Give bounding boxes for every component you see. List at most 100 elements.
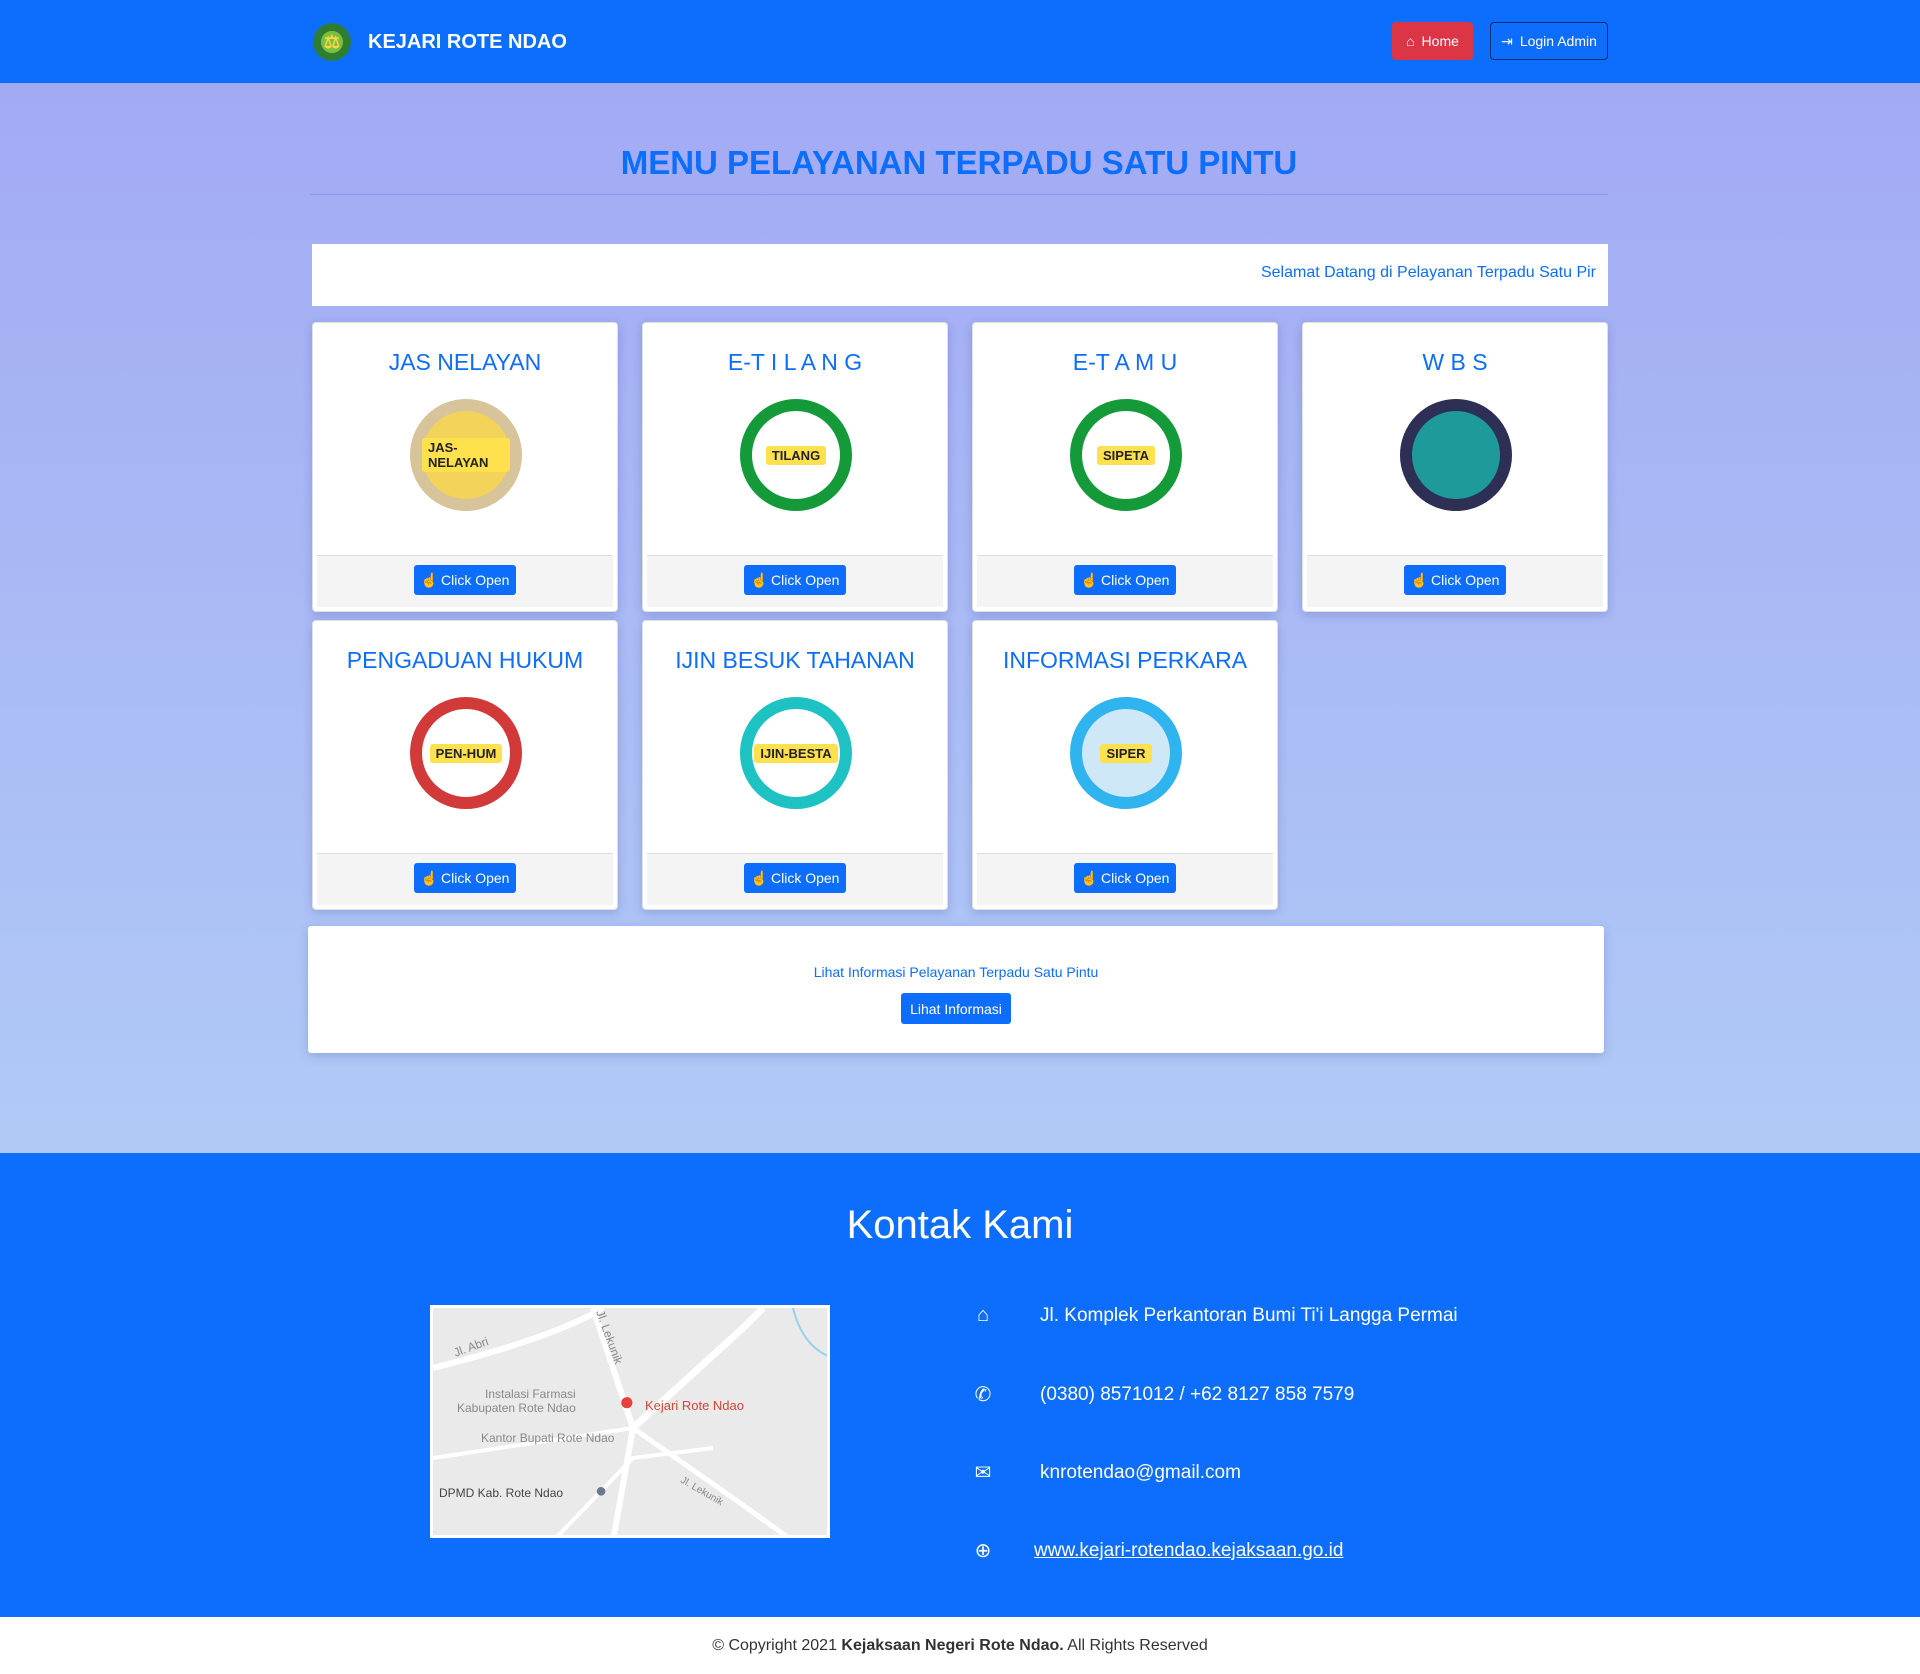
service-badge: PEN-HUM [429, 743, 503, 763]
service-card: E-T A M U SIPETA ☝ Click Open [972, 322, 1278, 612]
hand-pointer-icon: ☝ [420, 869, 438, 886]
globe-icon: ⊕ [974, 1540, 992, 1562]
click-open-label: Click Open [770, 572, 840, 588]
card-footer: ☝ Click Open [317, 853, 613, 905]
footer-rights: All Rights Reserved [1067, 1637, 1208, 1654]
click-open-label: Click Open [440, 870, 510, 886]
click-open-button[interactable]: ☝ Click Open [414, 565, 516, 595]
phone-icon: ✆ [974, 1384, 992, 1406]
card-footer: ☝ Click Open [647, 555, 943, 607]
map-label: Kabupaten Rote Ndao [457, 1401, 576, 1415]
service-badge: TILANG [765, 445, 827, 465]
hand-pointer-icon: ☝ [420, 571, 438, 588]
click-open-button[interactable]: ☝ Click Open [414, 863, 516, 893]
map-label: Instalasi Farmasi [485, 1387, 576, 1401]
page-title: MENU PELAYANAN TERPADU SATU PINTU [620, 144, 1298, 181]
navbar: ⚖ KEJARI ROTE NDAO ⌂ Home ⇥ Login Admin [0, 0, 1920, 83]
service-logo: JAS-NELAYAN [410, 399, 522, 511]
home-label: Home [1421, 33, 1459, 49]
map-label: DPMD Kab. Rote Ndao [439, 1486, 564, 1500]
service-logo: PEN-HUM [410, 697, 522, 809]
service-title: JAS NELAYAN [388, 349, 542, 375]
home-button[interactable]: ⌂ Home [1392, 22, 1473, 60]
service-logo: IJIN-BESTA [740, 697, 852, 809]
main-section: MENU PELAYANAN TERPADU SATU PINTU Selama… [0, 83, 1920, 1153]
click-open-button[interactable]: ☝ Click Open [744, 565, 846, 595]
info-panel: Lihat Informasi Pelayanan Terpadu Satu P… [308, 926, 1604, 1053]
map-pin-icon[interactable]: ● [619, 1386, 635, 1417]
service-logo: SIPETA [1070, 399, 1182, 511]
brand[interactable]: ⚖ KEJARI ROTE NDAO [310, 20, 567, 64]
service-card: PENGADUAN HUKUM PEN-HUM ☝ Click Open [312, 620, 618, 910]
service-card: W B S ☝ Click Open [1302, 322, 1608, 612]
footer: © Copyright 2021 Kejaksaan Negeri Rote N… [0, 1617, 1920, 1674]
card-footer: ☝ Click Open [317, 555, 613, 607]
map-label: Kejari Rote Ndao [645, 1398, 744, 1413]
hand-pointer-icon: ☝ [1080, 571, 1098, 588]
address-text: Jl. Komplek Perkantoran Bumi Ti'i Langga… [1040, 1304, 1458, 1326]
contact-website: ⊕ www.kejari-rotendao.kejaksaan.go.id [970, 1538, 1344, 1563]
hand-pointer-icon: ☝ [750, 571, 768, 588]
click-open-label: Click Open [1430, 572, 1500, 588]
click-open-button[interactable]: ☝ Click Open [1074, 565, 1176, 595]
service-card: IJIN BESUK TAHANAN IJIN-BESTA ☝ Click Open [642, 620, 948, 910]
lihat-informasi-button[interactable]: Lihat Informasi [901, 993, 1011, 1024]
contact-phone: ✆ (0380) 8571012 / +62 8127 858 7579 [970, 1382, 1355, 1407]
map-roads [433, 1308, 827, 1535]
login-label: Login Admin [1519, 33, 1597, 49]
service-badge: JAS-NELAYAN [422, 438, 510, 472]
service-title: PENGADUAN HUKUM [346, 647, 584, 673]
click-open-label: Click Open [770, 870, 840, 886]
service-title: E-T I L A N G [727, 349, 863, 375]
service-title: INFORMASI PERKARA [1002, 647, 1248, 673]
kejaksaan-logo: ⚖ [310, 20, 354, 64]
contact-email: ✉ knrotendao@gmail.com [970, 1460, 1241, 1485]
login-icon: ⇥ [1501, 32, 1513, 49]
service-card: E-T I L A N G TILANG ☝ Click Open [642, 322, 948, 612]
marquee-text: Selamat Datang di Pelayanan Terpadu Satu… [1260, 264, 1596, 281]
card-footer: ☝ Click Open [977, 555, 1273, 607]
service-badge: IJIN-BESTA [754, 743, 838, 763]
service-title: W B S [1422, 349, 1488, 375]
click-open-label: Click Open [440, 572, 510, 588]
contact-title: Kontak Kami [846, 1203, 1074, 1247]
click-open-label: Click Open [1100, 572, 1170, 588]
email-text: knrotendao@gmail.com [1040, 1461, 1241, 1483]
service-badge: SIPER [1100, 743, 1152, 763]
phone-text: (0380) 8571012 / +62 8127 858 7579 [1040, 1383, 1355, 1405]
home-icon: ⌂ [976, 1304, 990, 1326]
click-open-button[interactable]: ☝ Click Open [1404, 565, 1506, 595]
home-icon: ⌂ [1406, 33, 1415, 49]
envelope-icon: ✉ [974, 1462, 992, 1484]
contact-address: ⌂ Jl. Komplek Perkantoran Bumi Ti'i Langg… [970, 1304, 1458, 1327]
website-link[interactable]: www.kejari-rotendao.kejaksaan.go.id [1034, 1540, 1343, 1562]
card-footer: ☝ Click Open [977, 853, 1273, 905]
service-title: E-T A M U [1072, 349, 1178, 375]
service-logo [1400, 399, 1512, 511]
brand-text: KEJARI ROTE NDAO [368, 30, 567, 53]
footer-copyright: © Copyright 2021 [712, 1637, 837, 1654]
login-admin-button[interactable]: ⇥ Login Admin [1490, 22, 1608, 60]
click-open-button[interactable]: ☝ Click Open [1074, 863, 1176, 893]
contact-section: Kontak Kami Jl. Abri Jl. Lekunik Instala… [0, 1153, 1920, 1617]
welcome-marquee: Selamat Datang di Pelayanan Terpadu Satu… [312, 244, 1608, 306]
hand-pointer-icon: ☝ [1410, 571, 1428, 588]
service-card: INFORMASI PERKARA SIPER ☝ Click Open [972, 620, 1278, 910]
service-badge: SIPETA [1097, 445, 1155, 465]
card-footer: ☝ Click Open [647, 853, 943, 905]
click-open-label: Click Open [1100, 870, 1170, 886]
click-open-button[interactable]: ☝ Click Open [744, 863, 846, 893]
map-label: Kantor Bupati Rote Ndao [481, 1431, 615, 1445]
location-map[interactable]: Jl. Abri Jl. Lekunik Instalasi Farmasi K… [430, 1305, 830, 1538]
card-footer: ☝ Click Open [1307, 555, 1603, 607]
hand-pointer-icon: ☝ [750, 869, 768, 886]
service-card: JAS NELAYAN JAS-NELAYAN ☝ Click Open [312, 322, 618, 612]
map-marker-icon[interactable]: ● [595, 1480, 607, 1503]
service-logo: SIPER [1070, 697, 1182, 809]
hand-pointer-icon: ☝ [1080, 869, 1098, 886]
title-divider [310, 194, 1608, 195]
service-logo: TILANG [740, 399, 852, 511]
info-text: Lihat Informasi Pelayanan Terpadu Satu P… [813, 964, 1099, 980]
service-title: IJIN BESUK TAHANAN [675, 647, 915, 673]
footer-org: Kejaksaan Negeri Rote Ndao. [841, 1637, 1064, 1654]
